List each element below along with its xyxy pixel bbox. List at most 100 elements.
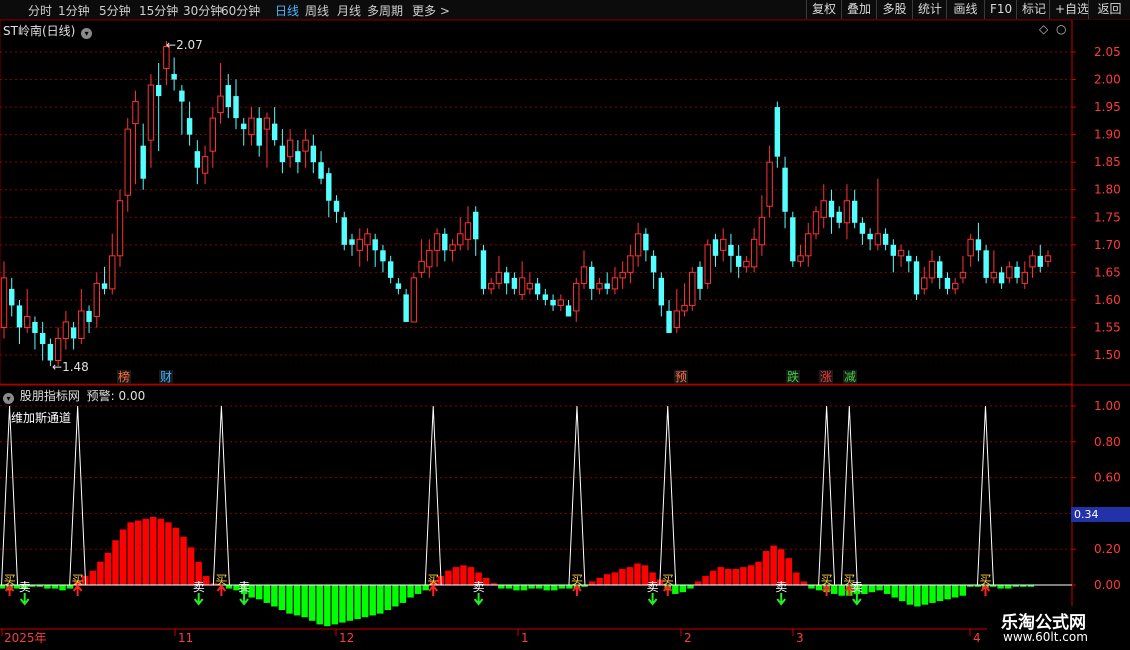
histogram-bar bbox=[339, 585, 346, 623]
candle-body bbox=[380, 250, 386, 262]
candle-body bbox=[39, 332, 46, 344]
candle-body bbox=[518, 277, 526, 295]
histogram-bar bbox=[157, 518, 165, 585]
candle-body bbox=[279, 145, 286, 163]
histogram-bar bbox=[172, 527, 180, 585]
histogram-bar bbox=[709, 570, 717, 585]
event-tag[interactable]: 跌 bbox=[786, 370, 801, 384]
stock-chart[interactable]: 1.50 1.55 1.60 1.65 1.70 1.75 1.80 1.85 1.90 1.95… bbox=[0, 0, 1130, 650]
histogram-bar bbox=[725, 568, 732, 585]
candle-body bbox=[495, 271, 503, 284]
candle-body bbox=[967, 238, 974, 257]
candle-body bbox=[86, 310, 92, 322]
indicator-panel-title: ▾ 股朋指标网 预警: 0.00 bbox=[3, 387, 145, 404]
candle-body bbox=[449, 244, 456, 251]
candle-body bbox=[132, 101, 139, 125]
candle-body bbox=[843, 200, 851, 224]
candle-body bbox=[820, 200, 827, 218]
high-price-label: ←2.07 bbox=[166, 38, 203, 52]
candle-body bbox=[959, 271, 967, 279]
candle-body bbox=[906, 255, 912, 262]
candle-body bbox=[70, 327, 77, 339]
histogram-bar bbox=[626, 567, 634, 585]
histogram-bar bbox=[596, 577, 603, 585]
sell-signal-label: 卖 bbox=[193, 580, 205, 594]
indicator-tick-label: 0.80 bbox=[1094, 435, 1121, 449]
month-label: 11 bbox=[178, 631, 193, 645]
candle-body bbox=[263, 117, 271, 130]
candle-body bbox=[604, 283, 610, 289]
candle-body bbox=[735, 255, 742, 267]
histogram-bar bbox=[906, 585, 914, 605]
histogram-bar bbox=[936, 585, 944, 602]
price-tick-label: 1.95 bbox=[1094, 100, 1121, 114]
event-tag[interactable]: 涨 bbox=[819, 370, 834, 384]
candle-body bbox=[812, 211, 820, 235]
chevron-down-icon[interactable]: ▾ bbox=[81, 28, 93, 39]
candle-body bbox=[766, 161, 773, 207]
histogram-bar bbox=[150, 516, 157, 585]
signal-spike bbox=[212, 405, 230, 586]
chevron-down-icon[interactable]: ▾ bbox=[3, 393, 14, 404]
candle-body bbox=[241, 123, 247, 130]
candle-body bbox=[782, 167, 788, 212]
main-panel-frame bbox=[0, 19, 1073, 385]
histogram-bar bbox=[119, 529, 127, 585]
month-label: 2 bbox=[684, 631, 692, 645]
candle-body bbox=[333, 200, 340, 212]
histogram-bar bbox=[104, 552, 112, 585]
candle-body bbox=[643, 233, 649, 251]
event-tag[interactable]: 预 bbox=[674, 370, 689, 384]
candle-body bbox=[171, 74, 177, 80]
signal-spike bbox=[69, 405, 87, 586]
histogram-bar bbox=[263, 585, 270, 603]
candle-body bbox=[457, 233, 464, 246]
candle-body bbox=[233, 96, 239, 119]
candle-body bbox=[364, 233, 371, 246]
price-tick-label: 1.65 bbox=[1094, 265, 1121, 279]
candle-body bbox=[32, 321, 38, 333]
histogram-bar bbox=[868, 585, 876, 593]
candle-body bbox=[23, 315, 31, 328]
price-tick-label: 1.75 bbox=[1094, 210, 1121, 224]
candle-body bbox=[225, 85, 231, 108]
candle-body bbox=[426, 249, 433, 268]
candle-body bbox=[295, 151, 301, 163]
down-arrow-icon bbox=[193, 593, 204, 606]
candle-body bbox=[805, 233, 812, 257]
histogram-bar bbox=[634, 563, 641, 585]
diamond-icon[interactable]: ◇ bbox=[1039, 22, 1048, 36]
price-tick-label: 1.85 bbox=[1094, 155, 1121, 169]
histogram-bar bbox=[301, 585, 308, 618]
candle-body bbox=[650, 255, 657, 273]
candle-body bbox=[689, 271, 696, 306]
candle-body bbox=[155, 85, 162, 97]
sell-signal-label: 卖 bbox=[19, 580, 31, 594]
histogram-bar bbox=[883, 585, 891, 594]
histogram-bar bbox=[619, 568, 626, 585]
signal-spike bbox=[424, 405, 442, 586]
histogram-bar bbox=[959, 585, 966, 596]
histogram-bar bbox=[687, 585, 694, 589]
histogram-bar bbox=[180, 536, 187, 585]
candle-body bbox=[395, 283, 402, 289]
candle-body bbox=[1029, 255, 1036, 268]
histogram-bar bbox=[369, 585, 376, 616]
settings-circle-icon[interactable]: ○ bbox=[1056, 22, 1066, 36]
candle-body bbox=[851, 200, 858, 223]
event-tag[interactable]: 减 bbox=[843, 370, 858, 384]
candle-body bbox=[186, 118, 193, 135]
candle-body bbox=[998, 272, 1005, 284]
price-tick-label: 1.50 bbox=[1094, 348, 1121, 362]
event-tag[interactable]: 财 bbox=[159, 370, 174, 384]
candle-body bbox=[836, 211, 842, 223]
candle-body bbox=[1037, 255, 1043, 267]
histogram-bar bbox=[324, 585, 331, 627]
month-label: 4 bbox=[973, 631, 981, 645]
histogram-bar bbox=[694, 581, 702, 585]
histogram-bar bbox=[513, 585, 520, 591]
histogram-bar bbox=[445, 570, 452, 585]
month-label: 12 bbox=[339, 631, 354, 645]
down-arrow-icon bbox=[239, 593, 249, 606]
event-tag[interactable]: 榜 bbox=[117, 370, 132, 384]
